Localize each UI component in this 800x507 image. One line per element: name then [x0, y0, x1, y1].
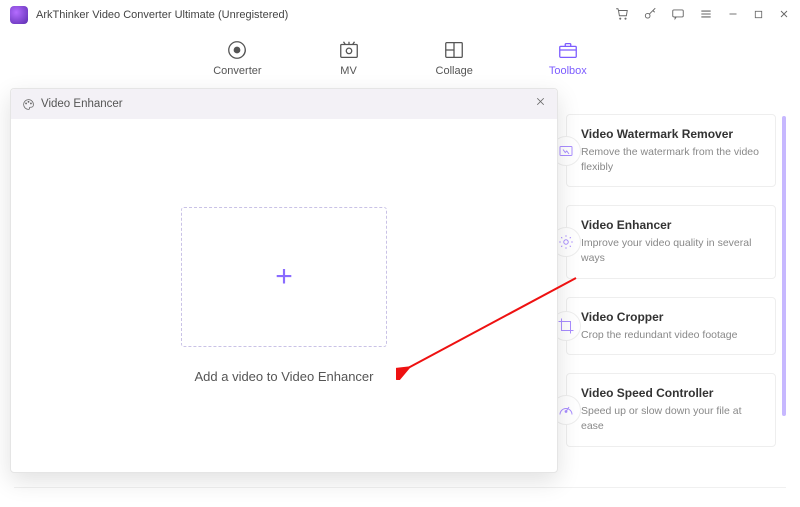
- bottom-divider: [14, 487, 786, 507]
- add-video-dropzone[interactable]: +: [181, 207, 387, 347]
- card-title: Video Enhancer: [581, 218, 763, 232]
- modal-header: Video Enhancer: [11, 89, 557, 119]
- modal-body: + Add a video to Video Enhancer: [11, 119, 557, 472]
- key-icon[interactable]: [643, 7, 657, 24]
- card-desc: Remove the watermark from the video flex…: [581, 145, 763, 174]
- card-speed-controller[interactable]: Video Speed Controller Speed up or slow …: [566, 373, 776, 446]
- video-enhancer-modal: Video Enhancer + Add a video to Video En…: [10, 88, 558, 473]
- modal-title: Video Enhancer: [41, 98, 534, 110]
- card-desc: Speed up or slow down your file at ease: [581, 404, 763, 433]
- card-video-enhancer[interactable]: Video Enhancer Improve your video qualit…: [566, 205, 776, 278]
- main-tabs: Converter MV Collage Toolbox: [0, 30, 800, 86]
- tool-cards-column: Video Watermark Remover Remove the water…: [566, 114, 776, 465]
- chat-icon[interactable]: [671, 7, 685, 24]
- close-icon[interactable]: [534, 95, 547, 113]
- card-title: Video Speed Controller: [581, 386, 763, 400]
- titlebar: ArkThinker Video Converter Ultimate (Unr…: [0, 0, 800, 30]
- card-desc: Crop the redundant video footage: [581, 328, 763, 343]
- card-title: Video Cropper: [581, 310, 763, 324]
- tab-label: Collage: [436, 65, 473, 77]
- app-logo-icon: [10, 6, 28, 24]
- cart-icon[interactable]: [615, 7, 629, 24]
- app-title: ArkThinker Video Converter Ultimate (Unr…: [36, 9, 615, 21]
- tab-label: Toolbox: [549, 65, 587, 77]
- card-title: Video Watermark Remover: [581, 127, 763, 141]
- tab-mv[interactable]: MV: [338, 39, 360, 77]
- tab-converter[interactable]: Converter: [213, 39, 261, 77]
- card-desc: Improve your video quality in several wa…: [581, 236, 763, 265]
- converter-icon: [226, 39, 248, 61]
- toolbox-icon: [557, 39, 579, 61]
- scrollbar[interactable]: [782, 116, 786, 416]
- close-window-icon[interactable]: [778, 8, 790, 23]
- tab-label: MV: [340, 65, 357, 77]
- workspace: Video Watermark Remover Remove the water…: [0, 86, 800, 507]
- titlebar-actions: [615, 7, 790, 24]
- card-watermark-remover[interactable]: Video Watermark Remover Remove the water…: [566, 114, 776, 187]
- collage-icon: [443, 39, 465, 61]
- minimize-icon[interactable]: [727, 8, 739, 23]
- tab-toolbox[interactable]: Toolbox: [549, 39, 587, 77]
- menu-icon[interactable]: [699, 7, 713, 24]
- maximize-icon[interactable]: [753, 8, 764, 23]
- tab-collage[interactable]: Collage: [436, 39, 473, 77]
- dropzone-label: Add a video to Video Enhancer: [194, 369, 373, 384]
- mv-icon: [338, 39, 360, 61]
- plus-icon: +: [275, 260, 293, 294]
- card-video-cropper[interactable]: Video Cropper Crop the redundant video f…: [566, 297, 776, 356]
- tab-label: Converter: [213, 65, 261, 77]
- palette-icon: [21, 97, 35, 111]
